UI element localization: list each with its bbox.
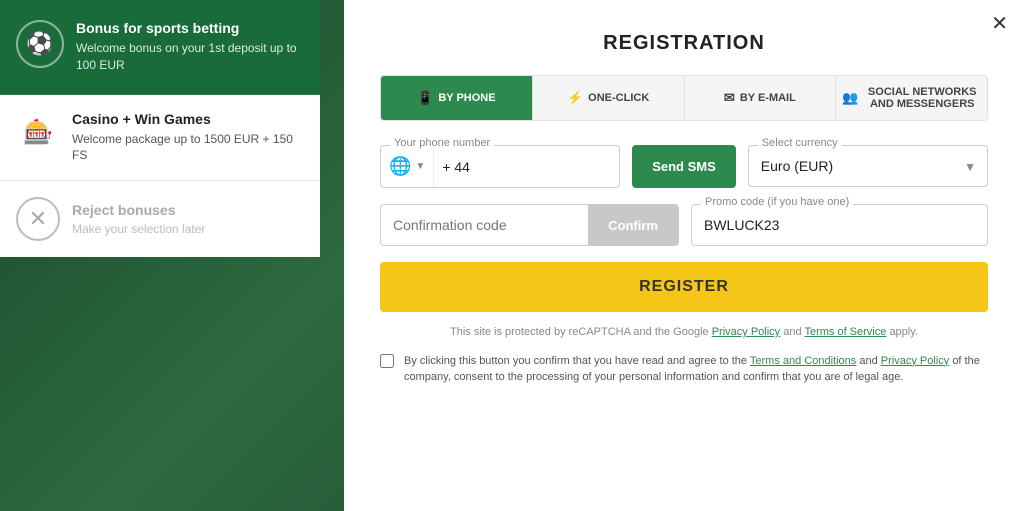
sports-bonus-description: Welcome bonus on your 1st deposit up to … <box>76 40 304 74</box>
chevron-down-icon: ▼ <box>415 161 425 172</box>
modal-title: REGISTRATION <box>380 32 988 55</box>
phone-flag-selector[interactable]: 🌐 ▼ <box>381 146 434 187</box>
currency-select[interactable]: Euro (EUR) USD GBP RUB <box>748 145 988 187</box>
sidebar-sports-bonus[interactable]: ⚽ Bonus for sports betting Welcome bonus… <box>0 0 320 95</box>
reject-text: Reject bonuses Make your selection later <box>72 202 205 236</box>
social-tab-icon: 👥 <box>842 90 858 106</box>
register-button[interactable]: REGISTER <box>380 262 988 312</box>
email-tab-icon: ✉ <box>724 90 735 106</box>
sports-bonus-text: Bonus for sports betting Welcome bonus o… <box>76 20 304 74</box>
tab-social-label: SOCIAL NETWORKS AND MESSENGERS <box>863 86 981 110</box>
promo-code-group: Promo code (if you have one) <box>691 204 988 246</box>
close-button[interactable]: ✕ <box>991 14 1008 34</box>
sidebar: ⚽ Bonus for sports betting Welcome bonus… <box>0 0 320 511</box>
tab-by-phone-label: BY PHONE <box>438 92 495 104</box>
terms-checkbox[interactable] <box>380 354 394 368</box>
privacy-policy-link[interactable]: Privacy Policy <box>712 326 780 338</box>
terms-privacy-link[interactable]: Privacy Policy <box>881 355 949 367</box>
soccer-ball-icon: ⚽ <box>16 20 64 68</box>
tab-by-email-label: BY E-MAIL <box>740 92 796 104</box>
registration-tabs: 📱 BY PHONE ⚡ ONE-CLICK ✉ BY E-MAIL 👥 SOC… <box>380 75 988 121</box>
casino-bonus-description: Welcome package up to 1500 EUR + 150 FS <box>72 131 304 165</box>
phone-prefix-input[interactable] <box>434 146 494 187</box>
terms-row: By clicking this button you confirm that… <box>380 353 988 386</box>
sidebar-reject-bonuses[interactable]: ✕ Reject bonuses Make your selection lat… <box>0 181 320 257</box>
promo-code-input[interactable] <box>691 204 988 246</box>
flag-icon: 🌐 <box>389 156 411 177</box>
recaptcha-notice: This site is protected by reCAPTCHA and … <box>380 324 988 341</box>
terms-text: By clicking this button you confirm that… <box>404 353 988 386</box>
tab-one-click[interactable]: ⚡ ONE-CLICK <box>533 76 685 120</box>
confirm-button[interactable]: Confirm <box>588 205 678 245</box>
reject-title: Reject bonuses <box>72 202 205 218</box>
registration-modal: ✕ REGISTRATION 📱 BY PHONE ⚡ ONE-CLICK ✉ … <box>344 0 1024 511</box>
confirmation-promo-row: Confirm Promo code (if you have one) <box>380 204 988 246</box>
casino-bonus-title: Casino + Win Games <box>72 111 304 127</box>
tab-one-click-label: ONE-CLICK <box>588 92 649 104</box>
casino-bonus-text: Casino + Win Games Welcome package up to… <box>72 111 304 165</box>
promo-code-label: Promo code (if you have one) <box>701 196 853 208</box>
confirmation-input-wrap: Confirm <box>380 204 679 246</box>
reject-description: Make your selection later <box>72 222 205 236</box>
tab-by-phone[interactable]: 📱 BY PHONE <box>381 76 533 120</box>
reject-icon: ✕ <box>16 197 60 241</box>
sports-bonus-title: Bonus for sports betting <box>76 20 304 36</box>
currency-label: Select currency <box>758 137 842 149</box>
send-sms-button[interactable]: Send SMS <box>632 145 736 188</box>
terms-conditions-link[interactable]: Terms and Conditions <box>750 355 856 367</box>
phone-number-label: Your phone number <box>390 137 494 149</box>
phone-currency-row: Your phone number 🌐 ▼ Send SMS Select cu… <box>380 145 988 188</box>
tab-social-networks[interactable]: 👥 SOCIAL NETWORKS AND MESSENGERS <box>836 76 987 120</box>
sidebar-casino-bonus[interactable]: 🎰 Casino + Win Games Welcome package up … <box>0 95 320 182</box>
oneclick-tab-icon: ⚡ <box>567 90 583 106</box>
phone-tab-icon: 📱 <box>417 90 433 106</box>
confirmation-code-input[interactable] <box>381 205 588 245</box>
casino-icon: 🎰 <box>16 111 60 155</box>
terms-of-service-link[interactable]: Terms of Service <box>804 326 886 338</box>
currency-selector-group: Select currency Euro (EUR) USD GBP RUB ▼ <box>748 145 988 188</box>
tab-by-email[interactable]: ✉ BY E-MAIL <box>685 76 837 120</box>
